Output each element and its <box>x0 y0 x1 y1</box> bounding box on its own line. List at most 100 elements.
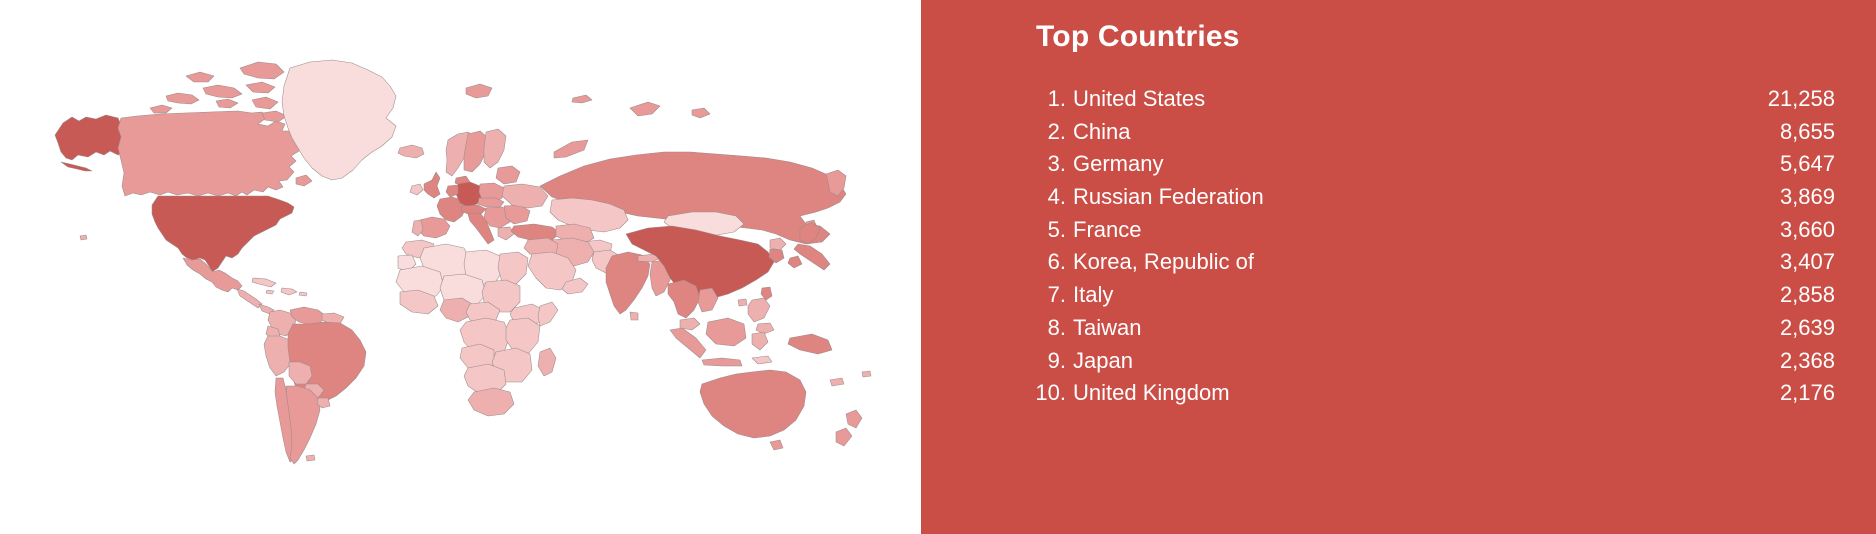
country-jamaica[interactable] <box>266 290 274 294</box>
country-new-zealand-north[interactable] <box>846 410 862 428</box>
rank-label: 8. <box>1047 314 1066 340</box>
country-value: 2,858 <box>1779 282 1835 308</box>
country-value: 2,639 <box>1779 314 1835 340</box>
country-australia[interactable] <box>700 370 806 438</box>
country-canada-arctic-7[interactable] <box>246 82 275 93</box>
list-item[interactable]: 8. Taiwan 2,639 <box>921 312 1876 345</box>
rank-label: 7. <box>1047 282 1066 308</box>
list-item[interactable]: 5. France 3,660 <box>921 214 1876 247</box>
country-japan-honshu[interactable] <box>794 244 830 270</box>
country-timor[interactable] <box>752 356 772 364</box>
rank-label: 1. <box>1047 86 1066 111</box>
rank-label: 3. <box>1047 151 1066 177</box>
country-hainan[interactable] <box>738 299 747 306</box>
country-canada[interactable] <box>118 111 300 196</box>
country-name: United States <box>1073 86 1206 111</box>
country-hawaii[interactable] <box>80 235 87 240</box>
list-item[interactable]: 6. Korea, Republic of 3,407 <box>921 246 1876 279</box>
country-franz-josef[interactable] <box>572 95 592 103</box>
country-canada-arctic-3[interactable] <box>186 72 214 82</box>
country-name: Japan <box>1073 347 1133 373</box>
country-tasmania[interactable] <box>770 440 783 450</box>
list-item[interactable]: 10. United Kingdom 2,176 <box>921 377 1876 410</box>
country-java[interactable] <box>702 358 742 366</box>
list-item[interactable]: 4. Russian Federation 3,869 <box>921 181 1876 214</box>
country-novaya-zemlya[interactable] <box>630 102 660 116</box>
country-svalbard[interactable] <box>466 84 492 98</box>
country-canada-arctic-5[interactable] <box>216 99 238 108</box>
rank-label: 10. <box>1035 380 1066 406</box>
country-japan-kyushu[interactable] <box>788 256 802 268</box>
country-sulawesi[interactable] <box>752 332 768 350</box>
country-philippines-mindanao[interactable] <box>756 323 774 334</box>
country-value: 21,258 <box>1767 86 1835 111</box>
country-south-africa[interactable] <box>468 388 514 416</box>
dashboard-root: Top Countries 1. United States 21,258 2.… <box>0 0 1876 534</box>
country-new-zealand-south[interactable] <box>836 428 852 446</box>
country-canada-newfoundland[interactable] <box>296 175 312 186</box>
country-canada-arctic-6[interactable] <box>240 62 284 79</box>
top-countries-list: 1. United States 21,258 2. China 8,655 3… <box>921 83 1876 410</box>
rank-label: 9. <box>1047 347 1066 373</box>
country-ireland[interactable] <box>410 184 423 195</box>
country-alaska-aleutians[interactable] <box>61 162 92 171</box>
country-greenland[interactable] <box>282 60 396 180</box>
country-finland[interactable] <box>484 129 506 168</box>
country-kenya-tanzania[interactable] <box>506 318 540 354</box>
country-value: 2,368 <box>1779 347 1835 373</box>
world-map-panel <box>0 0 921 534</box>
country-united-states[interactable] <box>152 196 294 272</box>
country-sumatra[interactable] <box>670 328 706 358</box>
country-canada-arctic-4[interactable] <box>150 105 172 113</box>
top-countries-panel: Top Countries 1. United States 21,258 2.… <box>921 0 1876 534</box>
list-item[interactable]: 7. Italy 2,858 <box>921 279 1876 312</box>
country-madagascar[interactable] <box>538 348 556 376</box>
rank-label: 4. <box>1047 184 1066 210</box>
country-new-caledonia[interactable] <box>830 378 844 386</box>
country-bolivia[interactable] <box>289 362 312 384</box>
map-countries-group <box>55 60 871 464</box>
country-somalia[interactable] <box>538 302 558 326</box>
country-borneo[interactable] <box>706 318 746 346</box>
country-canada-arctic-2[interactable] <box>203 85 242 98</box>
country-thailand-vietnam[interactable] <box>668 280 700 318</box>
list-item[interactable]: 1. United States 21,258 <box>921 83 1876 116</box>
list-item[interactable]: 3. Germany 5,647 <box>921 148 1876 181</box>
list-item[interactable]: 2. China 8,655 <box>921 116 1876 149</box>
rank-label: 2. <box>1047 118 1066 144</box>
rank-label: 6. <box>1047 249 1066 275</box>
country-netherlands-belgium[interactable] <box>446 185 458 197</box>
country-name: Korea, Republic of <box>1073 249 1254 275</box>
country-baltics[interactable] <box>496 166 520 184</box>
country-turkey[interactable] <box>511 224 560 241</box>
country-sri-lanka[interactable] <box>630 312 638 320</box>
country-puerto-rico[interactable] <box>299 292 307 296</box>
country-kola-islands[interactable] <box>554 140 588 158</box>
country-value: 8,655 <box>1779 118 1835 144</box>
country-greece[interactable] <box>498 227 514 240</box>
country-alaska[interactable] <box>55 115 128 160</box>
country-iceland[interactable] <box>398 145 424 158</box>
country-canada-arctic-1[interactable] <box>166 93 199 104</box>
list-item[interactable]: 9. Japan 2,368 <box>921 345 1876 378</box>
country-central-america[interactable] <box>237 289 262 308</box>
country-fiji[interactable] <box>862 371 871 377</box>
country-papua-new-guinea[interactable] <box>788 334 832 354</box>
country-malaysia[interactable] <box>680 318 700 330</box>
world-map-svg[interactable] <box>0 0 921 534</box>
country-severnaya-zemlya[interactable] <box>692 108 710 118</box>
country-name: France <box>1073 216 1142 242</box>
country-canada-arctic-8[interactable] <box>252 97 278 109</box>
country-egypt[interactable] <box>498 252 528 284</box>
country-name: Italy <box>1073 282 1114 308</box>
country-hispaniola[interactable] <box>281 288 297 295</box>
country-argentina[interactable] <box>286 386 320 464</box>
country-cuba[interactable] <box>252 278 276 287</box>
country-falklands[interactable] <box>306 455 315 461</box>
country-north-korea[interactable] <box>770 238 786 250</box>
rank-label: 5. <box>1047 216 1066 242</box>
country-switzerland-austria[interactable] <box>461 205 486 214</box>
country-ukraine-belarus[interactable] <box>502 184 548 208</box>
country-united-kingdom[interactable] <box>424 172 440 198</box>
country-philippines[interactable] <box>748 298 770 322</box>
